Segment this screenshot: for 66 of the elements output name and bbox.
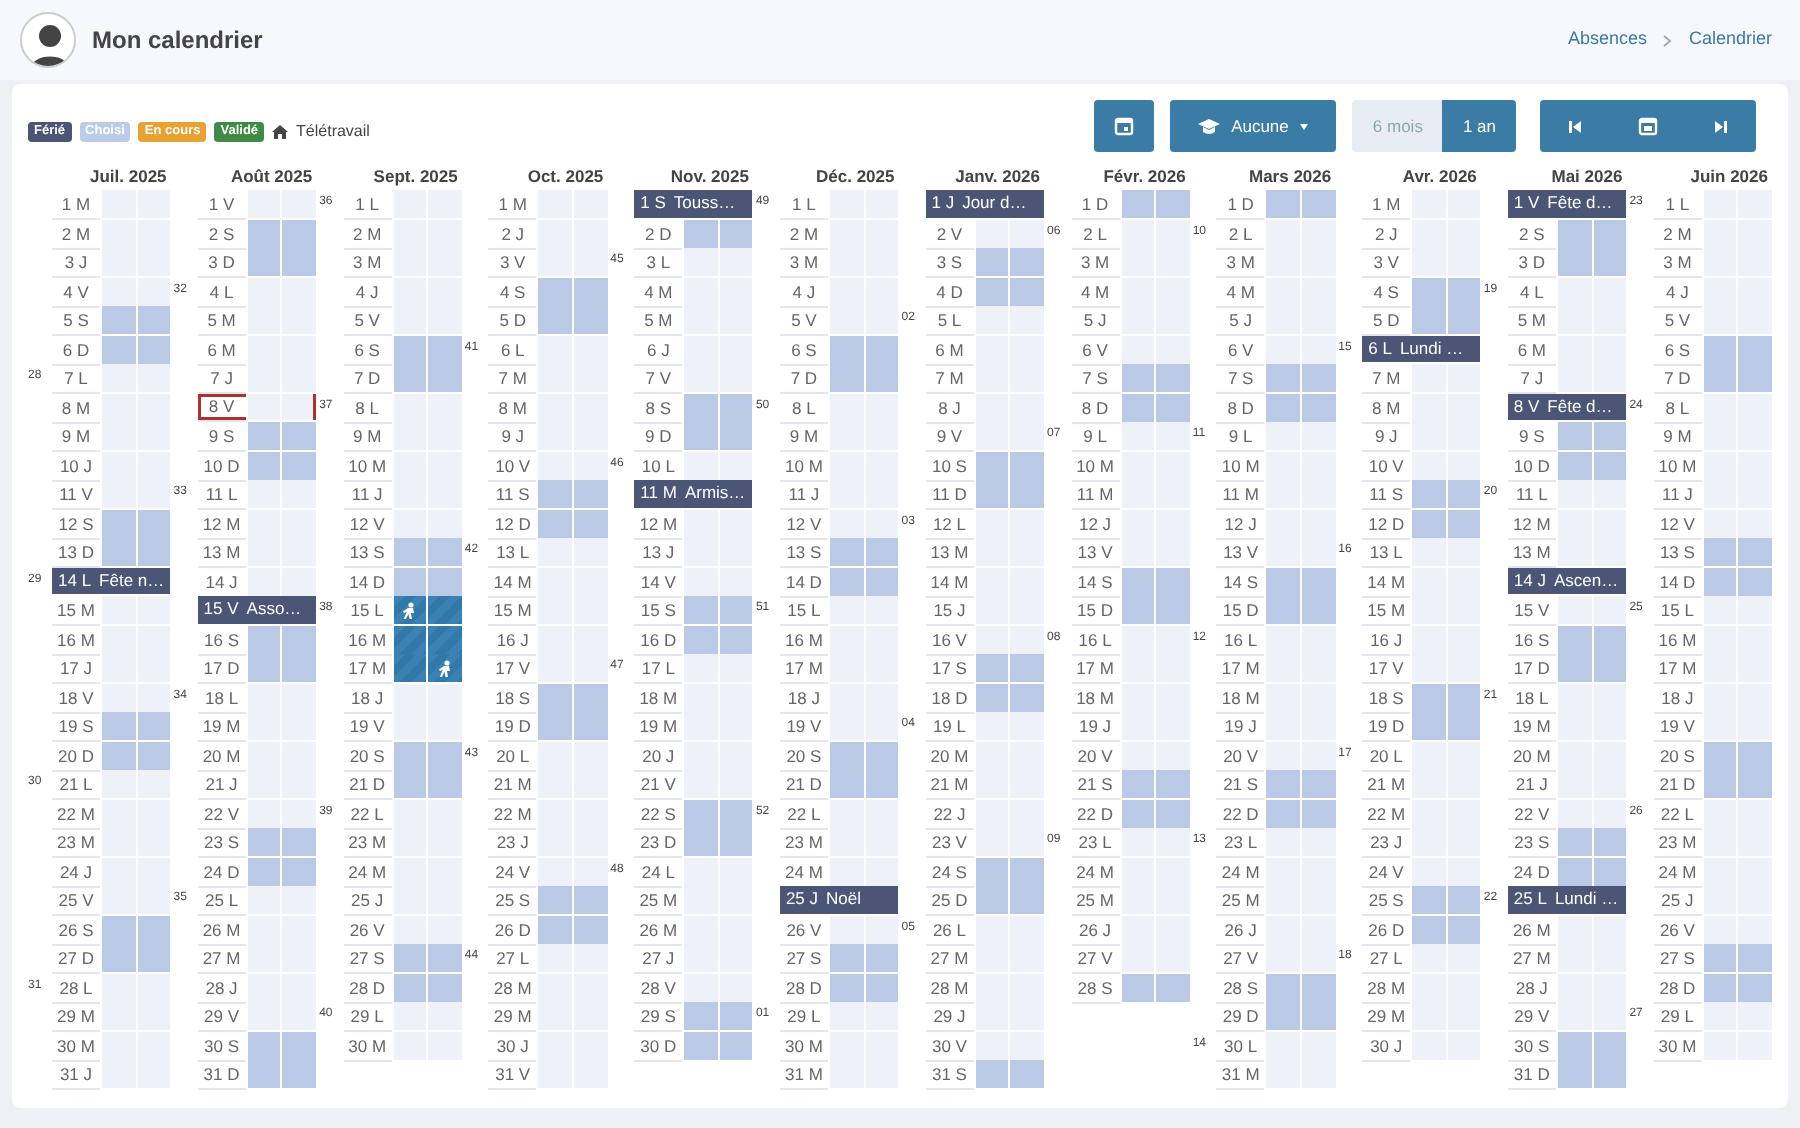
day-label: 6 L [1368,335,1392,362]
holiday-name: Fête n… [99,567,165,594]
holiday-banner[interactable]: 25 J Noël [779,886,899,915]
holiday-banner[interactable]: 1 V Fête d… [1507,190,1627,219]
holiday-name: Armis… [684,480,746,507]
skip-forward-icon [1714,119,1728,133]
avatar [20,12,76,68]
holiday-banner[interactable]: 1 S Touss… [634,190,753,219]
holiday-banner[interactable]: 6 L Lundi … [1362,335,1481,364]
day-label: 14 J [1513,567,1546,594]
holiday-name: Noël [826,886,862,913]
day-label: 1 J [931,190,955,217]
day-label: 1 V [1513,190,1540,217]
last-button[interactable] [1686,100,1756,152]
month-header: Juil. 2025 [88,164,169,190]
legend-label: Télétravail [296,120,370,144]
month-header: Oct. 2025 [525,164,606,190]
person-icon [436,659,455,677]
holiday-name: Fête d… [1547,393,1613,420]
month-header: Juin 2026 [1688,164,1770,190]
holiday-name: Jour d… [962,190,1027,217]
house-icon [272,124,289,140]
holiday-banner[interactable]: 1 J Jour d… [925,190,1045,219]
holiday-banner[interactable]: 8 V Fête d… [1507,393,1627,422]
calendar-button[interactable] [1093,100,1154,152]
period-tab[interactable]: 1 an [1442,100,1516,152]
month-header: Nov. 2025 [668,164,751,190]
holiday-name: Asso… [246,596,302,623]
day-label: 25 J [785,886,819,913]
day-label: 8 V [197,393,246,422]
month-header: Sept. 2025 [371,164,460,190]
filter-dropdown[interactable]: Aucune [1169,100,1337,152]
holiday-banner[interactable]: 14 L Fête n… [52,567,171,596]
graduation-cap-icon [1197,117,1220,135]
calendar-icon [1113,116,1134,136]
month-header: Avr. 2026 [1400,164,1479,190]
holiday-banner[interactable]: 15 V Asso… [197,596,317,625]
month-header: Janv. 2026 [953,164,1043,190]
caret-icon [1300,123,1309,129]
month-header: Déc. 2025 [814,164,897,190]
skip-back-icon [1568,119,1582,133]
first-button[interactable] [1540,100,1610,152]
holiday-name: Touss… [673,190,736,217]
day-label: 14 L [58,567,92,594]
page-title: Mon calendrier [92,24,263,58]
breadcrumb-link[interactable]: Absences [1567,26,1647,54]
holiday-name: Fête d… [1547,190,1613,217]
month-header: Mars 2026 [1246,164,1334,190]
holiday-name: Lundi … [1554,886,1619,913]
day-label: 11 M [640,480,677,507]
person-icon [400,601,419,619]
holiday-name: Ascen… [1553,567,1619,594]
holiday-banner[interactable]: 14 J Ascen… [1507,567,1627,596]
chevron-icon [1662,33,1673,47]
month-header: Févr. 2026 [1101,164,1188,190]
breadcrumb-link[interactable]: Calendrier [1688,26,1772,54]
day-label: 15 V [203,596,239,623]
day-label: 25 L [1513,886,1547,913]
holiday-banner[interactable]: 11 M Armis… [634,480,753,509]
calendar-icon [1638,116,1658,136]
holiday-banner[interactable]: 25 L Lundi … [1507,886,1627,915]
month-header: Août 2025 [228,164,315,190]
day-label: 1 S [640,190,666,217]
holiday-name: Lundi … [1399,335,1464,362]
month-header: Mai 2026 [1549,164,1625,190]
day-label: 8 V [1513,393,1540,420]
